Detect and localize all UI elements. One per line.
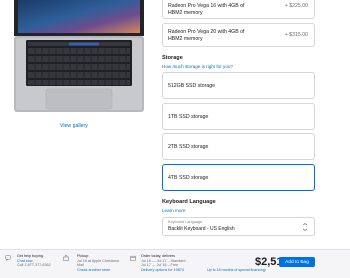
graphics-option-price: + $315.00 <box>284 32 308 38</box>
graphics-option-line1: Radeon Pro Vega 20 with 4GB of <box>168 29 245 35</box>
box-icon <box>130 255 136 261</box>
graphics-option-line2: HBM2 memory <box>168 10 203 16</box>
storage-option-label: 2TB SSD storage <box>168 144 209 150</box>
add-to-bag-button[interactable]: Add to Bag <box>279 257 315 267</box>
chevron-down-icon <box>302 223 308 231</box>
storage-option-label: 1TB SSD storage <box>168 114 209 120</box>
storage-option-label: 4TB SSD storage <box>168 175 209 181</box>
graphics-option-vega16[interactable]: Radeon Pro Vega 16 with 4GB of HBM2 memo… <box>162 0 315 19</box>
keyboard-language-select[interactable]: Keyboard Language Backlit Keyboard - US … <box>162 217 315 236</box>
macbook-pro-image <box>14 0 144 112</box>
delivery-options-link[interactable]: Delivery options for 19874 <box>141 268 185 273</box>
storage-help-link[interactable]: How much storage is right for you? <box>162 64 233 69</box>
check-another-store-link[interactable]: Check another store <box>77 268 119 273</box>
view-gallery-link[interactable]: View gallery <box>60 123 88 129</box>
pickup-block: Pickup: Jul 18 at Apple Christiana Mall … <box>77 254 119 272</box>
financing-link[interactable]: Up to 18 months of special financing› <box>207 268 266 272</box>
graphics-option-line2: HBM2 memory <box>168 36 203 42</box>
chat-icon <box>5 255 11 261</box>
storage-option-512gb[interactable]: 512GB SSD storage <box>162 72 315 99</box>
storage-option-1tb[interactable]: 1TB SSD storage <box>162 103 315 130</box>
graphics-option-line1: Radeon Pro Vega 16 with 4GB of <box>168 3 245 9</box>
storage-option-4tb-selected[interactable]: 4TB SSD storage <box>162 164 315 191</box>
keyboard-learn-more-link[interactable]: Learn more <box>162 208 186 213</box>
storage-option-label: 512GB SSD storage <box>168 83 216 89</box>
storage-heading: Storage <box>162 55 183 61</box>
graphics-option-vega20[interactable]: Radeon Pro Vega 20 with 4GB of HBM2 memo… <box>162 23 315 47</box>
keyboard-language-heading: Keyboard Language <box>162 199 216 205</box>
delivery-block: Order today, delivers Jul 16 — Jul 17 – … <box>141 254 185 272</box>
keyboard-select-value: Backlit Keyboard - US English <box>168 226 235 232</box>
graphics-option-price: + $225.00 <box>284 3 308 9</box>
help-buying-block: Get help buying. Chat now Call 1-877-377… <box>17 254 51 268</box>
storage-option-2tb[interactable]: 2TB SSD storage <box>162 133 315 160</box>
keyboard-select-label: Keyboard Language <box>168 220 203 224</box>
help-phone: Call 1-877-377-6362 <box>17 263 51 268</box>
store-icon <box>63 255 69 261</box>
